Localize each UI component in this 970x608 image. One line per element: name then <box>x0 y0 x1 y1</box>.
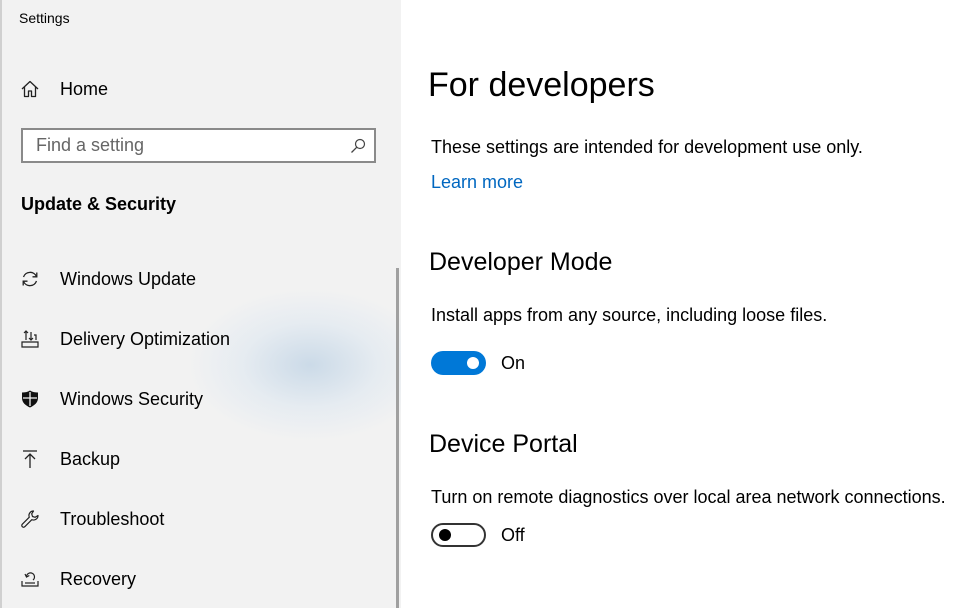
learn-more-link[interactable]: Learn more <box>431 172 523 193</box>
sidebar-item-home[interactable]: Home <box>0 67 396 111</box>
toggle-knob <box>467 357 479 369</box>
developer-mode-state: On <box>501 353 526 373</box>
search-icon[interactable] <box>350 138 366 154</box>
sidebar: Settings Home Update & Security Windows … <box>0 0 401 608</box>
sidebar-item-windows-update[interactable]: Windows Update <box>0 257 396 301</box>
sidebar-item-label: Home <box>60 78 109 99</box>
sidebar-scrollbar[interactable] <box>396 268 399 608</box>
wrench-icon <box>20 509 40 529</box>
developer-mode-description: Install apps from any source, including … <box>431 305 828 325</box>
sidebar-item-windows-security[interactable]: Windows Security <box>0 377 396 421</box>
sidebar-item-delivery-optimization[interactable]: Delivery Optimization <box>0 317 396 361</box>
device-portal-state: Off <box>501 525 525 545</box>
developer-mode-heading: Developer Mode <box>429 248 613 276</box>
backup-arrow-icon <box>20 449 40 469</box>
page-title: For developers <box>428 66 655 104</box>
sidebar-item-recovery[interactable]: Recovery <box>0 557 396 601</box>
intro-text: These settings are intended for developm… <box>431 137 863 157</box>
developer-mode-toggle[interactable] <box>431 351 486 375</box>
search-box[interactable] <box>21 128 376 163</box>
window-title: Settings <box>19 10 70 26</box>
device-portal-description: Turn on remote diagnostics over local ar… <box>431 487 946 507</box>
sidebar-item-backup[interactable]: Backup <box>0 437 396 481</box>
device-portal-heading: Device Portal <box>429 430 578 458</box>
sync-icon <box>20 269 40 289</box>
sidebar-item-label: Recovery <box>60 568 137 589</box>
sidebar-item-label: Troubleshoot <box>60 508 165 529</box>
sidebar-item-label: Windows Update <box>60 268 197 289</box>
shield-icon <box>20 389 40 409</box>
device-portal-toggle[interactable] <box>431 523 486 547</box>
search-input[interactable] <box>23 130 343 161</box>
section-heading: Update & Security <box>21 194 177 214</box>
delivery-optimization-icon <box>20 329 40 349</box>
home-icon <box>20 79 40 99</box>
main-content: For developers These settings are intend… <box>401 0 970 608</box>
recovery-icon <box>20 569 40 589</box>
sidebar-item-label: Delivery Optimization <box>60 328 231 349</box>
sidebar-item-troubleshoot[interactable]: Troubleshoot <box>0 497 396 541</box>
sidebar-item-label: Windows Security <box>60 388 204 409</box>
sidebar-item-label: Backup <box>60 448 121 469</box>
toggle-knob <box>439 529 451 541</box>
